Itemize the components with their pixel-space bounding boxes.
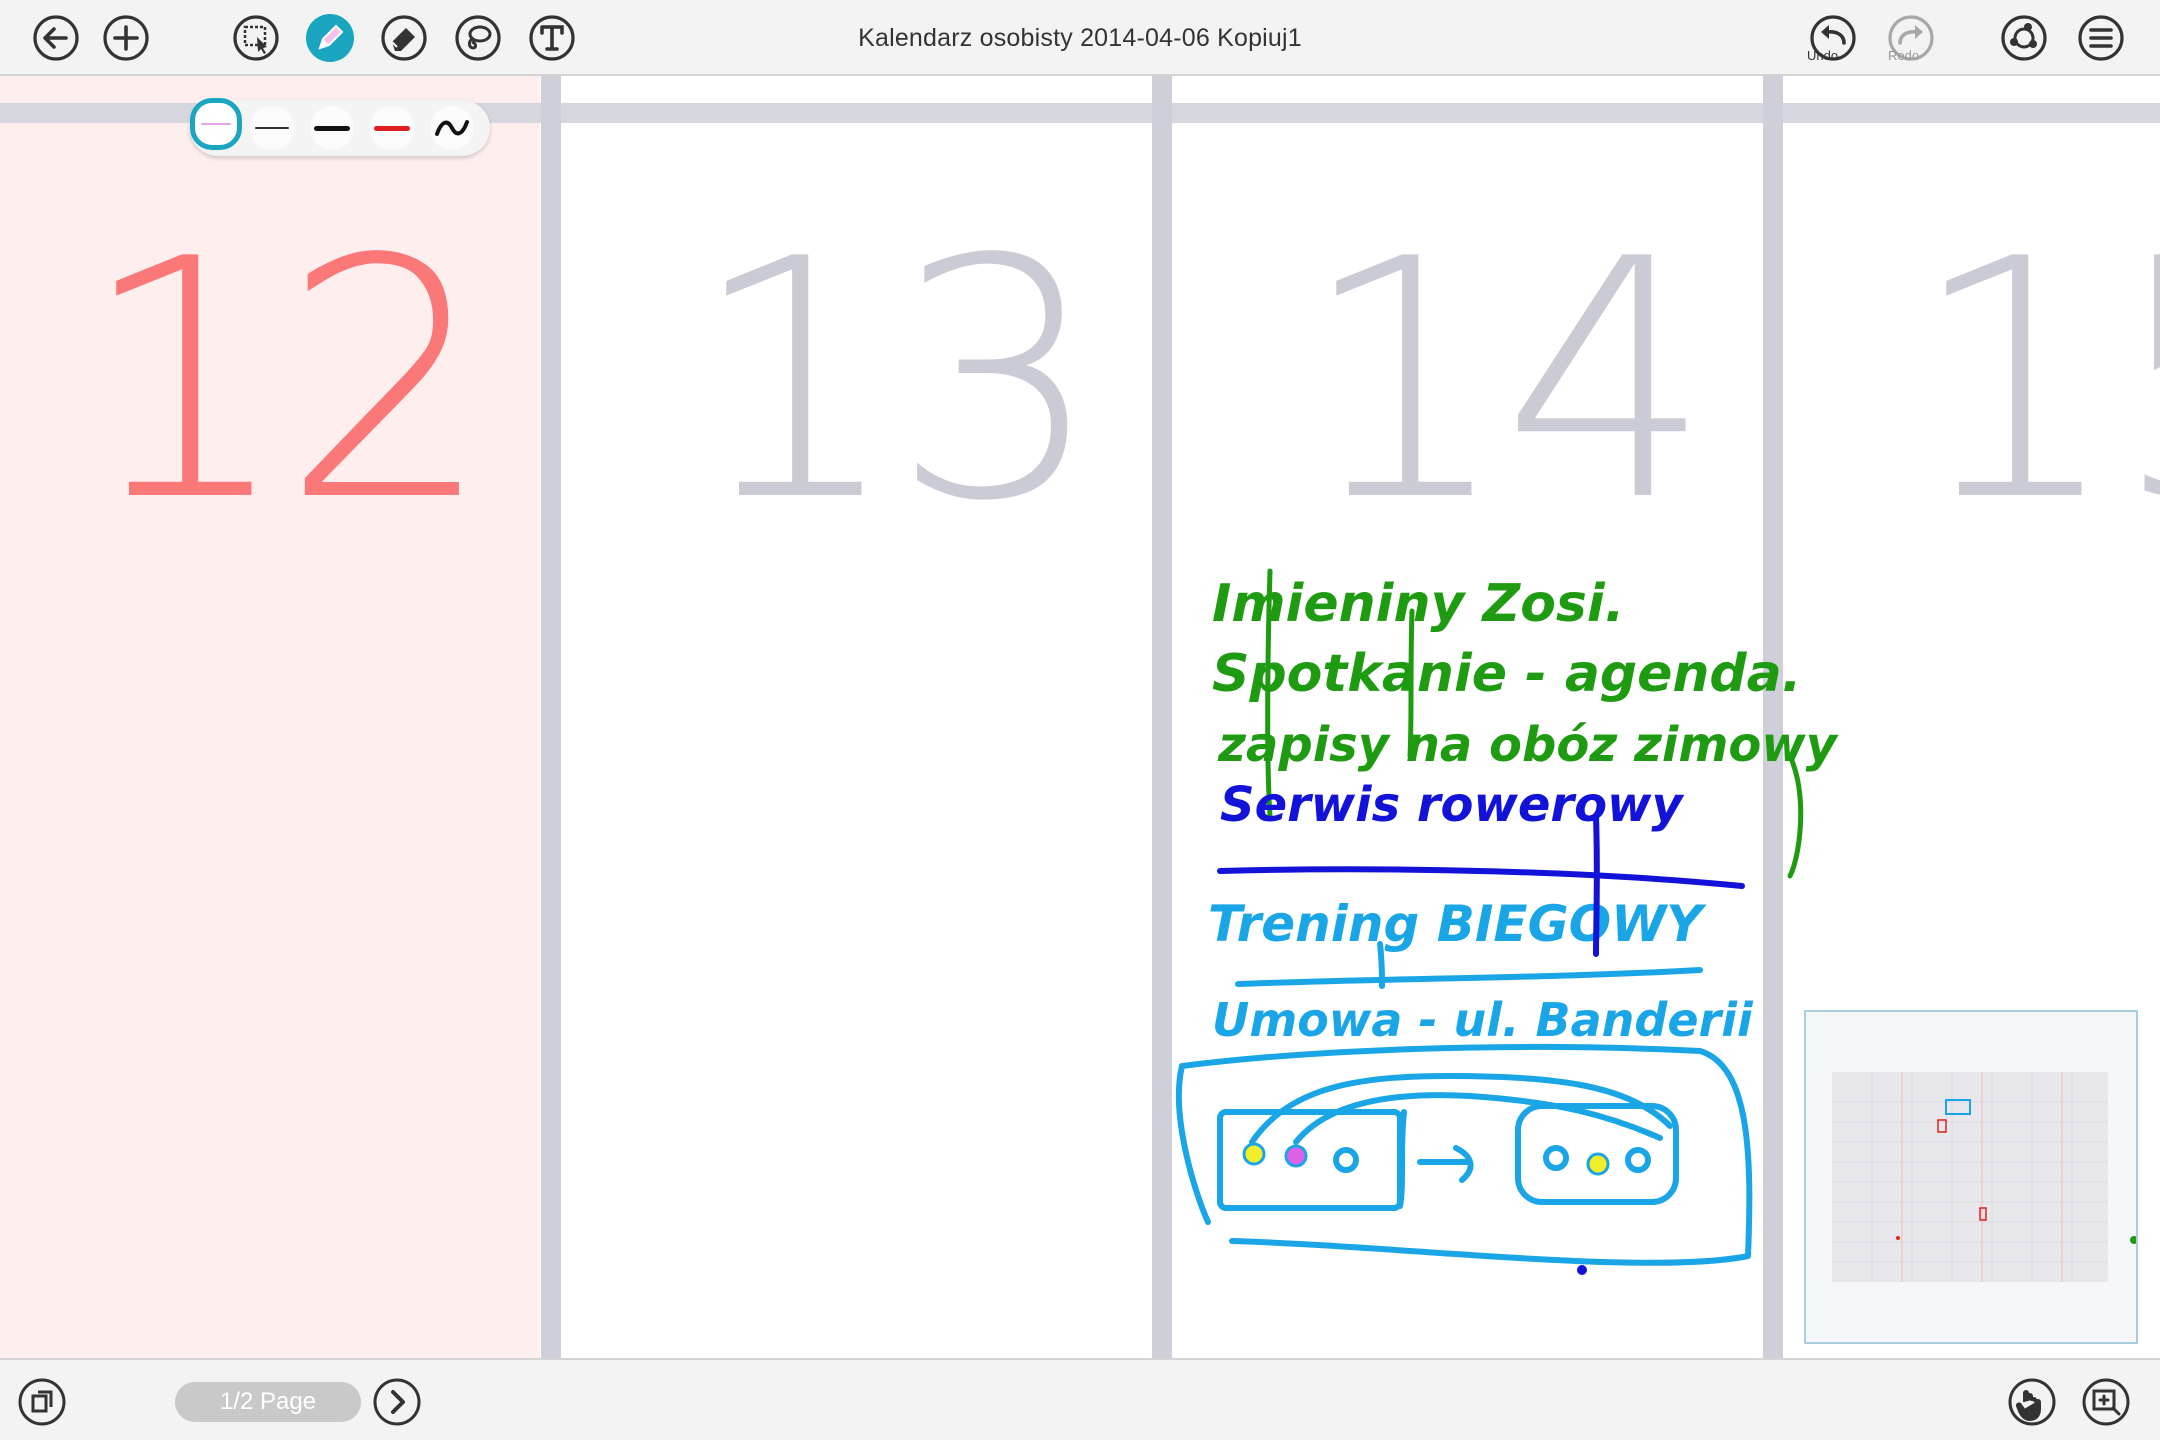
blue-ink-strokes <box>1217 813 1745 1275</box>
day-number-12: 12 <box>80 189 492 573</box>
pen-swatch-icon <box>374 125 410 131</box>
redo-label: Redo <box>1888 48 1920 63</box>
menu-icon <box>2078 15 2124 61</box>
pen-style-palette <box>190 98 490 156</box>
smooth-stroke-icon <box>435 120 469 136</box>
share-button[interactable] <box>1999 13 2049 63</box>
day-number-13: 13 <box>690 189 1102 573</box>
note-line-1: Imieniny Zosi. <box>1212 574 1624 634</box>
pen-option-thin-pink[interactable] <box>190 98 242 150</box>
menu-button[interactable] <box>2076 13 2126 63</box>
column-divider <box>541 76 561 1358</box>
hand-icon <box>2008 1378 2056 1426</box>
top-toolbar: Kalendarz osobisty 2014-04-06 Kopiuj1 Un… <box>0 0 2160 76</box>
day-number-14: 14 <box>1300 189 1712 573</box>
note-line-3: zapisy na obóz zimowy <box>1217 717 1839 773</box>
note-line-2: Spotkanie - agenda. <box>1212 644 1802 704</box>
bottom-toolbar: 1/2 Page <box>0 1358 2160 1440</box>
column-divider <box>1152 76 1172 1358</box>
minimap-preview <box>1832 1072 2138 1282</box>
light-blue-ink-strokes <box>1175 941 1753 1266</box>
pages-overview-button[interactable] <box>16 1376 68 1428</box>
next-page-button[interactable] <box>371 1376 423 1428</box>
pen-option-thin-black[interactable] <box>250 106 294 150</box>
page-minimap[interactable] <box>1804 1010 2138 1344</box>
zoom-button[interactable] <box>2080 1376 2132 1428</box>
zoom-in-icon <box>2082 1378 2130 1426</box>
pen-option-thick-black[interactable] <box>310 106 354 150</box>
undo-label: Undo <box>1807 48 1839 63</box>
green-ink-strokes <box>1265 568 1804 879</box>
highlight-dots <box>1242 1142 1610 1176</box>
pen-option-thick-red[interactable] <box>370 106 414 150</box>
note-canvas[interactable]: 12 13 14 15 Imieniny Zosi. Spotkanie - a… <box>0 76 2160 1358</box>
page-indicator[interactable]: 1/2 Page <box>175 1382 361 1422</box>
share-icon <box>2001 15 2047 61</box>
pen-option-smooth[interactable] <box>430 106 474 150</box>
next-page-icon <box>373 1378 421 1426</box>
hand-tool-button[interactable] <box>2006 1376 2058 1428</box>
note-line-6: Umowa - ul. Banderii <box>1212 993 1754 1047</box>
column-divider <box>1763 76 1783 1358</box>
pen-swatch-icon <box>255 127 289 129</box>
note-line-4: Serwis rowerowy <box>1220 777 1684 833</box>
pen-swatch-icon <box>314 125 350 131</box>
note-line-5: Trening BIEGOWY <box>1208 895 1707 953</box>
pages-icon <box>18 1378 66 1426</box>
day-number-15: 15 <box>1910 189 2160 573</box>
pen-swatch-icon <box>201 123 231 125</box>
